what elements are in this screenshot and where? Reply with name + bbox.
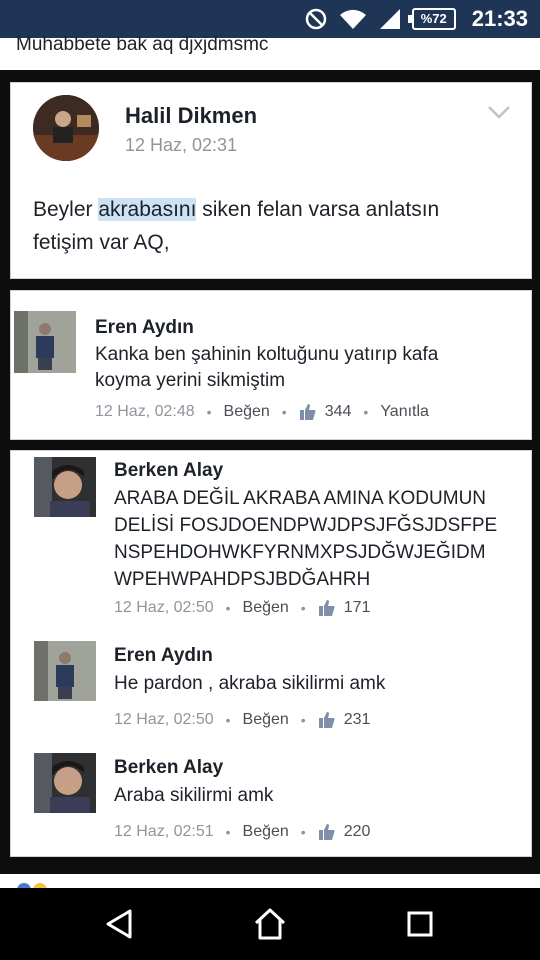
post-author[interactable]: Halil Dikmen — [125, 103, 257, 129]
avatar[interactable] — [34, 641, 96, 701]
separator-dot: • — [300, 712, 306, 728]
avatar-photo-icon — [14, 311, 76, 373]
post-text-part: siken felan varsa anlatsın — [196, 198, 440, 221]
home-icon[interactable] — [252, 906, 288, 942]
comment-card: Eren Aydın Kanka ben şahinin koltuğunu y… — [10, 290, 532, 440]
page-header-text: Muhabbete bak aq djxjdmsmc — [16, 34, 269, 55]
avatar-photo-icon — [33, 95, 99, 161]
avatar-photo-icon — [34, 753, 96, 813]
separator-dot: • — [363, 404, 369, 420]
separator-dot: • — [281, 404, 287, 420]
comment-time[interactable]: 12 Haz, 02:51 — [114, 823, 214, 841]
comment-time[interactable]: 12 Haz, 02:50 — [114, 599, 214, 617]
comment-text-line: He pardon , akraba sikilirmi amk — [114, 673, 386, 694]
like-count: 344 — [324, 403, 352, 420]
like-button[interactable]: Beğen — [243, 823, 289, 841]
comment-time[interactable]: 12 Haz, 02:50 — [114, 711, 214, 729]
like-button[interactable]: Beğen — [243, 711, 289, 729]
comment-text-line: koyma yerini sikmiştim — [95, 370, 286, 391]
post-text-line2: fetişim var AQ, — [33, 231, 170, 254]
avatar[interactable] — [34, 457, 96, 517]
separator-dot: • — [225, 824, 231, 840]
avatar-photo-icon — [34, 641, 96, 701]
post-time[interactable]: 12 Haz, 02:31 — [125, 135, 237, 156]
like-count: 220 — [343, 823, 371, 840]
comment-text-line: ARABA DEĞİL AKRABA AMINA KODUMUN — [114, 488, 487, 509]
avatar[interactable] — [34, 753, 96, 813]
avatar[interactable] — [14, 311, 76, 373]
comment-meta: 12 Haz, 02:51 • Beğen • 220 — [114, 823, 370, 841]
recents-icon[interactable] — [402, 906, 438, 942]
comment-time[interactable]: 12 Haz, 02:48 — [95, 403, 195, 421]
comment-meta: 12 Haz, 02:50 • Beğen • 231 — [114, 711, 370, 729]
comment-meta: 12 Haz, 02:48 • Beğen • 344 • Yanıtla — [95, 403, 429, 421]
post-text-part: Beyler — [33, 198, 99, 221]
avatar-photo-icon — [34, 457, 96, 517]
dnd-icon — [305, 8, 326, 30]
separator-dot: • — [206, 404, 212, 420]
comment-text-line: Araba sikilirmi amk — [114, 785, 274, 806]
comment-meta: 12 Haz, 02:50 • Beğen • 171 — [114, 599, 370, 617]
comment-text: Araba sikilirmi amk — [114, 783, 273, 809]
comment-text-line: Kanka ben şahinin koltuğunu yatırıp kafa — [95, 344, 439, 365]
next-content-strip — [0, 874, 540, 890]
reply-button[interactable]: Yanıtla — [380, 403, 429, 421]
thumbs-up-icon[interactable] — [299, 403, 317, 421]
post-card: Halil Dikmen 12 Haz, 02:31 Beyler akraba… — [10, 82, 532, 279]
thumbs-up-icon[interactable] — [318, 711, 336, 729]
status-bar: %72 21:33 — [0, 0, 540, 38]
post-text-highlight: akrabasını — [98, 198, 197, 221]
comment-author[interactable]: Eren Aydın — [114, 645, 213, 667]
status-icons: %72 21:33 — [304, 6, 528, 32]
comment-text: ARABA DEĞİL AKRABA AMINA KODUMUN DELİSİ … — [114, 485, 497, 593]
avatar[interactable] — [33, 95, 99, 161]
separator-dot: • — [300, 824, 306, 840]
like-button[interactable]: Beğen — [243, 599, 289, 617]
comment-author[interactable]: Berken Alay — [114, 757, 223, 779]
comment-author[interactable]: Berken Alay — [114, 460, 223, 482]
like-count: 171 — [343, 599, 371, 616]
like-button[interactable]: Beğen — [224, 403, 270, 421]
comment-thread-card: Berken Alay ARABA DEĞİL AKRABA AMINA KOD… — [10, 450, 532, 857]
comment-text: He pardon , akraba sikilirmi amk — [114, 671, 385, 697]
comment-text-line: DELİSİ FOSJDOENDPWJDPSJFĞSJDSFPE — [114, 515, 498, 536]
battery-icon: %72 — [407, 8, 456, 30]
navigation-bar — [0, 888, 540, 960]
signal-icon — [379, 9, 400, 29]
back-icon[interactable] — [102, 906, 138, 942]
separator-dot: • — [225, 712, 231, 728]
chevron-down-icon[interactable] — [487, 105, 511, 119]
thumbs-up-icon[interactable] — [318, 823, 336, 841]
separator-dot: • — [225, 600, 231, 616]
post-text: Beyler akrabasını siken felan varsa anla… — [33, 193, 513, 259]
thumbs-up-icon[interactable] — [318, 599, 336, 617]
comment-text-line: WPEHWPAHDPSJBDĞAHRH — [114, 569, 371, 590]
like-count: 231 — [343, 711, 371, 728]
wifi-icon — [339, 9, 366, 29]
comment-text-line: NSPEHDOHWKFYRNMXPSJDĞWJEĞIDM — [114, 542, 486, 563]
separator-dot: • — [300, 600, 306, 616]
status-time: 21:33 — [471, 6, 528, 31]
comment-author[interactable]: Eren Aydın — [95, 317, 194, 339]
comment-text: Kanka ben şahinin koltuğunu yatırıp kafa… — [95, 342, 438, 394]
